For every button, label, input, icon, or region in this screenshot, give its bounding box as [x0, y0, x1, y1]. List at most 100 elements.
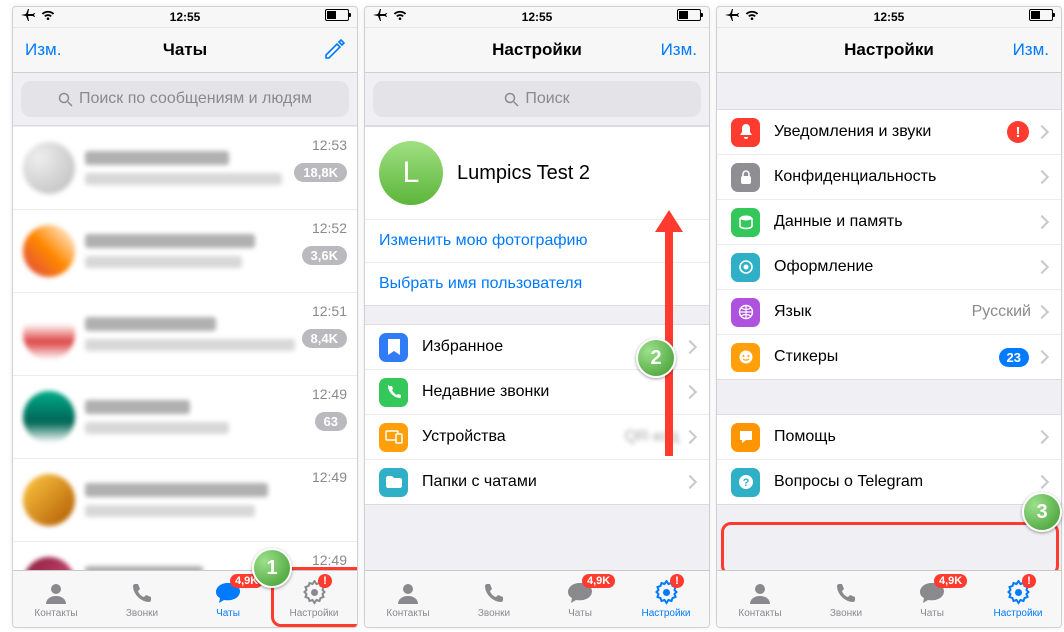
chat-time: 12:49: [312, 386, 347, 402]
settings-scrolled-content[interactable]: Уведомления и звуки ! Конфиденциальность…: [717, 73, 1061, 570]
cell-label: Вопросы о Telegram: [774, 473, 1037, 491]
chat-time: 12:49: [312, 469, 347, 485]
search-icon: [58, 92, 73, 107]
tab-calls[interactable]: Звонки: [451, 571, 537, 627]
chevron-icon: [1035, 170, 1049, 184]
chevron-icon: [683, 385, 697, 399]
tab-label: Звонки: [126, 608, 158, 619]
search-input[interactable]: Поиск: [373, 81, 701, 117]
cell-value: Русский: [972, 303, 1031, 321]
calls-icon: [482, 580, 506, 606]
tab-bar: Контакты Звонки Чаты4,9K Настройки!: [365, 570, 709, 627]
chats-list[interactable]: 12:53 18,8K 12:52 3,6K 12:51 8,4K 12:49 …: [13, 126, 357, 570]
battery-icon: [1029, 9, 1053, 21]
cell-label: Устройства: [422, 428, 625, 446]
chevron-icon: [683, 340, 697, 354]
airplane-icon: [21, 9, 35, 21]
chat-row[interactable]: 12:49: [13, 459, 357, 542]
avatar: L: [379, 141, 443, 205]
chevron-icon: [683, 430, 697, 444]
page-title: Настройки: [492, 40, 582, 60]
tab-chats[interactable]: Чаты4,9K: [889, 571, 975, 627]
cell-appearance[interactable]: Оформление: [717, 244, 1061, 289]
unread-badge: 18,8K: [294, 163, 347, 182]
tab-calls[interactable]: Звонки: [803, 571, 889, 627]
chat-row[interactable]: 12:51 8,4K: [13, 293, 357, 376]
chat-time: 12:53: [312, 137, 347, 153]
chevron-icon: [1035, 430, 1049, 444]
chat-row[interactable]: 12:52 3,6K: [13, 210, 357, 293]
airplane-icon: [725, 9, 739, 21]
chat-avatar: [23, 308, 75, 360]
chat-row[interactable]: 12:53 18,8K: [13, 126, 357, 210]
profile-row[interactable]: L Lumpics Test 2: [365, 127, 709, 219]
tab-label: Настройки: [289, 608, 338, 619]
nav-bar-settings: Настройки Изм.: [717, 28, 1061, 73]
tab-settings[interactable]: Настройки!: [623, 571, 709, 627]
chat-row[interactable]: 12:49 63: [13, 376, 357, 459]
storage-icon: [731, 208, 760, 237]
status-time: 12:55: [874, 10, 905, 24]
lock-icon: [731, 163, 760, 192]
cell-data-storage[interactable]: Данные и память: [717, 199, 1061, 244]
tab-badge-alert: !: [670, 574, 684, 588]
phone-icon: [379, 378, 408, 407]
tab-label: Чаты: [216, 608, 240, 619]
tab-calls[interactable]: Звонки: [99, 571, 185, 627]
cell-privacy[interactable]: Конфиденциальность: [717, 154, 1061, 199]
edit-button[interactable]: Изм.: [1001, 28, 1061, 72]
status-bar: 12:55: [13, 7, 357, 28]
chevron-icon: [683, 475, 697, 489]
cell-label: Конфиденциальность: [774, 168, 1037, 186]
phone-chats: 12:55 Изм. Чаты Поиск по сообщениям и лю…: [12, 6, 358, 628]
cell-label: Стикеры: [774, 348, 999, 366]
chevron-icon: [1035, 215, 1049, 229]
appearance-icon: [731, 253, 760, 282]
cell-faq-telegram[interactable]: ? Вопросы о Telegram: [717, 459, 1061, 504]
tab-settings[interactable]: Настройки!: [975, 571, 1061, 627]
edit-button[interactable]: Изм.: [649, 28, 709, 72]
cell-label: Оформление: [774, 258, 1037, 276]
highlight-step3: [721, 522, 1059, 570]
tab-label: Чаты: [568, 608, 592, 619]
cell-label: Данные и память: [774, 213, 1037, 231]
cell-help[interactable]: Помощь: [717, 415, 1061, 459]
tab-label: Контакты: [738, 608, 781, 619]
cell-devices[interactable]: Устройства QR-код: [365, 414, 709, 459]
status-bar: 12:55: [717, 7, 1061, 28]
tab-contacts[interactable]: Контакты: [13, 571, 99, 627]
chat-row[interactable]: 12:49 960: [13, 542, 357, 570]
chat-avatar: [23, 557, 75, 570]
tab-contacts[interactable]: Контакты: [717, 571, 803, 627]
compose-button[interactable]: [311, 28, 357, 72]
chat-avatar: [23, 142, 75, 194]
cell-notifications[interactable]: Уведомления и звуки !: [717, 110, 1061, 154]
tab-label: Звонки: [830, 608, 862, 619]
edit-button[interactable]: Изм.: [13, 28, 73, 72]
chat-avatar: [23, 474, 75, 526]
cell-language[interactable]: Язык Русский: [717, 289, 1061, 334]
cell-label: Уведомления и звуки: [774, 123, 1007, 141]
tab-chats[interactable]: Чаты4,9K: [537, 571, 623, 627]
tab-badge-alert: !: [1022, 574, 1036, 588]
tab-label: Настройки: [641, 608, 690, 619]
count-badge: 23: [999, 348, 1029, 367]
status-time: 12:55: [522, 10, 553, 24]
cell-chat-folders[interactable]: Папки с чатами: [365, 459, 709, 504]
search-input[interactable]: Поиск по сообщениям и людям: [21, 81, 349, 117]
tab-label: Контакты: [34, 608, 77, 619]
question-icon: ?: [731, 468, 760, 497]
tab-contacts[interactable]: Контакты: [365, 571, 451, 627]
chat-time: 12:52: [312, 220, 347, 236]
search-wrap: Поиск: [365, 73, 709, 126]
set-username-link[interactable]: Выбрать имя пользователя: [365, 262, 709, 305]
search-placeholder: Поиск по сообщениям и людям: [79, 90, 312, 108]
step-3-circle: 3: [1022, 492, 1062, 532]
help-icon: [731, 423, 760, 452]
contacts-icon: [747, 580, 773, 606]
bell-icon: [731, 118, 760, 147]
svg-text:?: ?: [742, 477, 749, 489]
tab-badge-alert: !: [318, 574, 332, 588]
cell-stickers[interactable]: Стикеры 23: [717, 334, 1061, 379]
battery-icon: [325, 9, 349, 21]
